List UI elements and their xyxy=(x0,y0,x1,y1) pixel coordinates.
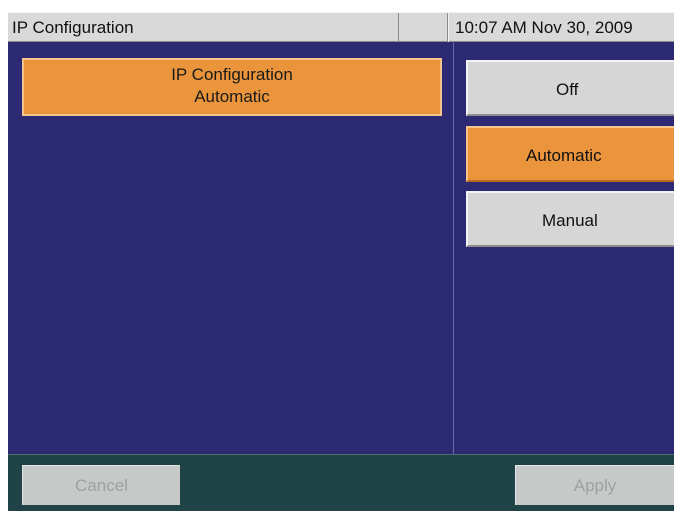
options-panel: Off Automatic Manual xyxy=(454,42,674,454)
title-bar-divider xyxy=(398,13,448,42)
automatic-button[interactable]: Automatic xyxy=(466,126,674,182)
off-button[interactable]: Off xyxy=(466,60,674,116)
current-setting-box: IP Configuration Automatic xyxy=(22,58,442,116)
apply-button[interactable]: Apply xyxy=(515,465,674,505)
cancel-button[interactable]: Cancel xyxy=(22,465,180,505)
action-bar: Cancel Apply xyxy=(8,454,674,511)
ip-configuration-screen: IP Configuration 10:07 AM Nov 30, 2009 I… xyxy=(8,12,674,511)
title-bar: IP Configuration 10:07 AM Nov 30, 2009 xyxy=(8,12,674,42)
window-title: IP Configuration xyxy=(12,18,134,37)
manual-button[interactable]: Manual xyxy=(466,191,674,247)
setting-heading: IP Configuration xyxy=(171,65,293,84)
status-panel: IP Configuration Automatic xyxy=(8,42,454,454)
clock-display: 10:07 AM Nov 30, 2009 xyxy=(448,13,674,42)
setting-value: Automatic xyxy=(194,87,270,106)
